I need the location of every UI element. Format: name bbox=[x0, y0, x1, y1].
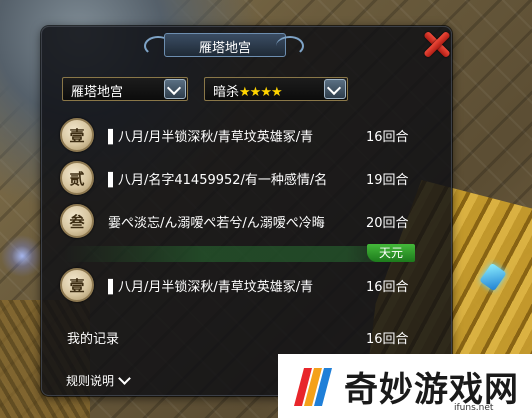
my-record-label: 我的记录 bbox=[67, 332, 120, 347]
rank-medal-icon: 壹 bbox=[60, 118, 94, 152]
panel-title: 雁塔地宫 bbox=[198, 41, 251, 56]
dungeon-select[interactable]: 雁塔地宫 bbox=[62, 77, 188, 101]
server-tag: 天元 bbox=[367, 244, 415, 262]
turn-count: 20回合 bbox=[366, 216, 409, 231]
magic-sparkle-effect bbox=[0, 230, 44, 282]
ranking-row-2[interactable]: 贰 ▌八月/名字41459952/有一种感情/名 19回合 bbox=[60, 161, 420, 195]
server-section-divider bbox=[63, 246, 417, 262]
mode-select[interactable]: 暗杀★★★★ bbox=[204, 77, 348, 101]
ranking-row-1[interactable]: 壹 ▌八月/月半锁深秋/青草坟英雄冢/青 16回合 bbox=[60, 118, 420, 152]
team-members: 霎ぺ淡忘/ん溺嗳ぺ若兮/ん溺嗳ぺ冷晦 bbox=[108, 216, 325, 231]
watermark-url: ifuns.net bbox=[454, 403, 494, 413]
mode-select-value: 暗杀★★★★ bbox=[213, 81, 283, 100]
server-ranking-row[interactable]: 壹 ▌八月/月半锁深秋/青草坟英雄冢/青 16回合 bbox=[60, 268, 420, 302]
rules-link[interactable]: 规则说明 bbox=[66, 370, 131, 388]
rank-medal-icon: 叁 bbox=[60, 204, 94, 238]
close-button[interactable] bbox=[418, 26, 454, 62]
rank-medal-icon: 壹 bbox=[60, 268, 94, 302]
team-members: ▌八月/月半锁深秋/青草坟英雄冢/青 bbox=[108, 280, 314, 295]
turn-count: 16回合 bbox=[366, 280, 409, 295]
mode-label: 暗杀 bbox=[213, 85, 240, 100]
chevron-down-icon bbox=[118, 372, 131, 385]
turn-count: 19回合 bbox=[366, 173, 409, 188]
team-members: ▌八月/月半锁深秋/青草坟英雄冢/青 bbox=[108, 130, 314, 145]
watermark: 奇妙游戏网 ifuns.net bbox=[278, 354, 532, 418]
team-members: ▌八月/名字41459952/有一种感情/名 bbox=[108, 173, 328, 188]
turn-count: 16回合 bbox=[366, 130, 409, 145]
chevron-down-icon[interactable] bbox=[164, 79, 186, 99]
difficulty-stars: ★★★★ bbox=[239, 85, 283, 100]
dungeon-select-value: 雁塔地宫 bbox=[71, 85, 124, 100]
my-record-turns: 16回合 bbox=[366, 332, 409, 347]
ranking-row-3[interactable]: 叁 霎ぺ淡忘/ん溺嗳ぺ若兮/ん溺嗳ぺ冷晦 20回合 bbox=[60, 204, 420, 238]
watermark-logo bbox=[294, 368, 332, 406]
chevron-down-icon[interactable] bbox=[324, 79, 346, 99]
rules-link-label: 规则说明 bbox=[66, 374, 115, 388]
panel-title-plate: 雁塔地宫 bbox=[144, 30, 304, 60]
rank-medal-icon: 贰 bbox=[60, 161, 94, 195]
